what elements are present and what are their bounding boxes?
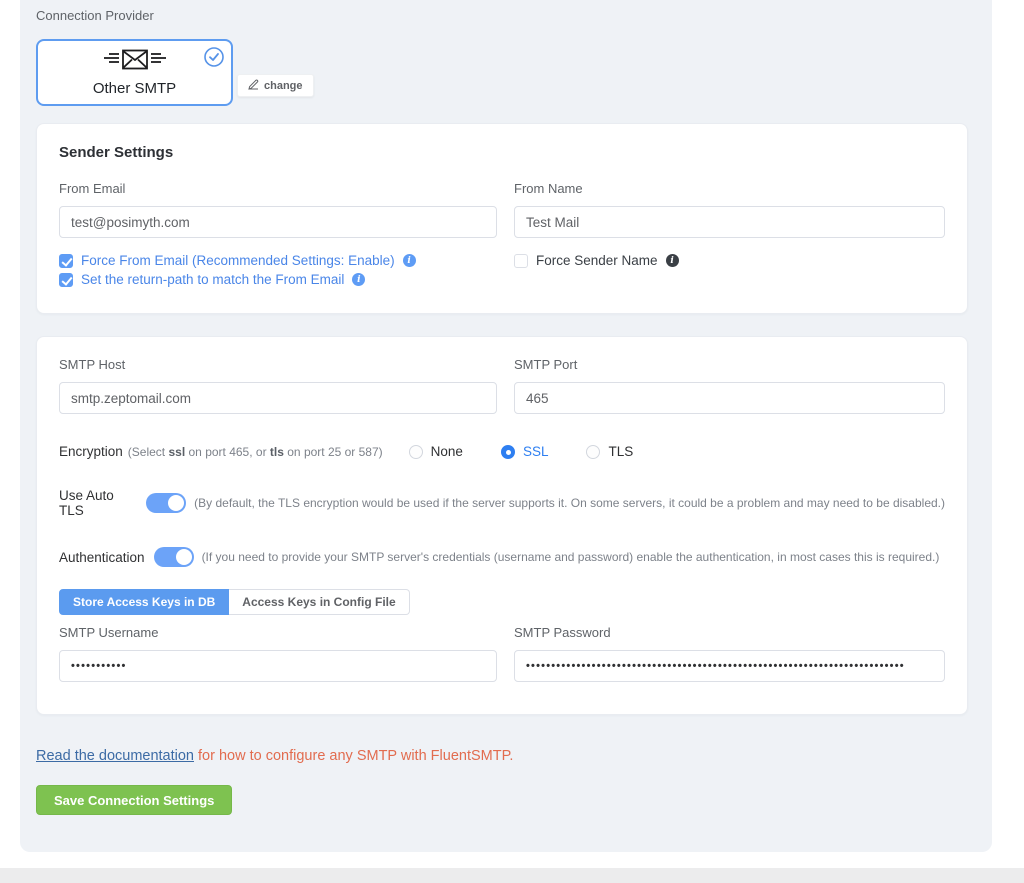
encryption-radio-ssl[interactable]: SSL [501, 444, 549, 459]
info-icon[interactable]: i [666, 254, 679, 267]
smtp-password-input[interactable] [514, 650, 945, 682]
page: Connection Provider [0, 0, 1024, 883]
smtp-port-group: SMTP Port [514, 357, 945, 414]
authentication-hint: (If you need to provide your SMTP server… [202, 550, 940, 564]
encryption-radio-group: None SSL TLS [409, 444, 634, 459]
smtp-password-label: SMTP Password [514, 625, 945, 640]
tab-keys-config-file[interactable]: Access Keys in Config File [229, 589, 409, 615]
sender-settings-card: Sender Settings From Email From Name For… [36, 123, 968, 314]
save-connection-settings-button[interactable]: Save Connection Settings [36, 785, 232, 815]
force-from-email-row: Force From Email (Recommended Settings: … [59, 253, 497, 268]
smtp-username-label: SMTP Username [59, 625, 497, 640]
smtp-envelope-icon [101, 48, 169, 79]
auto-tls-toggle[interactable] [146, 493, 186, 513]
smtp-username-input[interactable] [59, 650, 497, 682]
tab-store-keys-db[interactable]: Store Access Keys in DB [59, 589, 229, 615]
selected-check-icon [204, 47, 224, 67]
return-path-row: Set the return-path to match the From Em… [59, 272, 497, 287]
settings-panel: Connection Provider [20, 0, 992, 852]
authentication-row: Authentication (If you need to provide y… [59, 547, 945, 567]
smtp-username-group: SMTP Username [59, 625, 497, 682]
radio-label-tls: TLS [608, 444, 633, 459]
auto-tls-hint: (By default, the TLS encryption would be… [194, 496, 945, 510]
radio-label-none: None [431, 444, 463, 459]
from-email-group: From Email [59, 181, 497, 238]
force-sender-name-label[interactable]: Force Sender Name [536, 253, 658, 268]
from-name-label: From Name [514, 181, 945, 196]
force-sender-name-row: Force Sender Name i [514, 253, 945, 268]
radio-icon [501, 445, 515, 459]
return-path-checkbox[interactable] [59, 273, 73, 287]
encryption-radio-tls[interactable]: TLS [586, 444, 633, 459]
radio-icon [409, 445, 423, 459]
footer-strip [0, 868, 1024, 883]
change-provider-button[interactable]: change [237, 74, 314, 97]
sender-right-checks: Force Sender Name i [514, 253, 945, 291]
smtp-settings-card: SMTP Host SMTP Port Encryption (Select s… [36, 336, 968, 715]
encryption-row: Encryption (Select ssl on port 465, or t… [59, 444, 945, 459]
key-storage-tabs: Store Access Keys in DB Access Keys in C… [59, 589, 945, 615]
encryption-label: Encryption [59, 444, 123, 459]
encryption-radio-none[interactable]: None [409, 444, 463, 459]
smtp-host-label: SMTP Host [59, 357, 497, 372]
provider-card-other-smtp[interactable]: Other SMTP [36, 39, 233, 106]
connection-provider-label: Connection Provider [36, 6, 968, 23]
sender-settings-title: Sender Settings [59, 144, 945, 161]
documentation-link[interactable]: Read the documentation [36, 748, 194, 764]
info-icon[interactable]: i [403, 254, 416, 267]
authentication-toggle[interactable] [154, 547, 194, 567]
smtp-host-input[interactable] [59, 382, 497, 414]
change-button-label: change [264, 80, 303, 92]
auto-tls-row: Use Auto TLS (By default, the TLS encryp… [59, 488, 945, 518]
smtp-host-group: SMTP Host [59, 357, 497, 414]
sender-left-checks: Force From Email (Recommended Settings: … [59, 253, 497, 291]
documentation-line: Read the documentation for how to config… [36, 748, 968, 764]
from-name-input[interactable] [514, 206, 945, 238]
pencil-icon [248, 79, 259, 93]
from-email-input[interactable] [59, 206, 497, 238]
radio-label-ssl: SSL [523, 444, 549, 459]
force-sender-name-checkbox[interactable] [514, 254, 528, 268]
provider-row: Other SMTP change [36, 39, 968, 106]
authentication-label: Authentication [59, 550, 145, 565]
from-name-group: From Name [514, 181, 945, 238]
smtp-port-label: SMTP Port [514, 357, 945, 372]
toggle-knob [176, 549, 192, 565]
return-path-label[interactable]: Set the return-path to match the From Em… [81, 272, 344, 287]
from-email-label: From Email [59, 181, 497, 196]
info-icon[interactable]: i [352, 273, 365, 286]
radio-icon [586, 445, 600, 459]
smtp-password-group: SMTP Password [514, 625, 945, 682]
encryption-hint: (Select ssl on port 465, or tls on port … [128, 445, 383, 459]
documentation-text: for how to configure any SMTP with Fluen… [194, 748, 513, 764]
auto-tls-label: Use Auto TLS [59, 488, 137, 518]
provider-name: Other SMTP [93, 80, 176, 97]
force-from-email-checkbox[interactable] [59, 254, 73, 268]
toggle-knob [168, 495, 184, 511]
smtp-port-input[interactable] [514, 382, 945, 414]
force-from-email-label[interactable]: Force From Email (Recommended Settings: … [81, 253, 395, 268]
